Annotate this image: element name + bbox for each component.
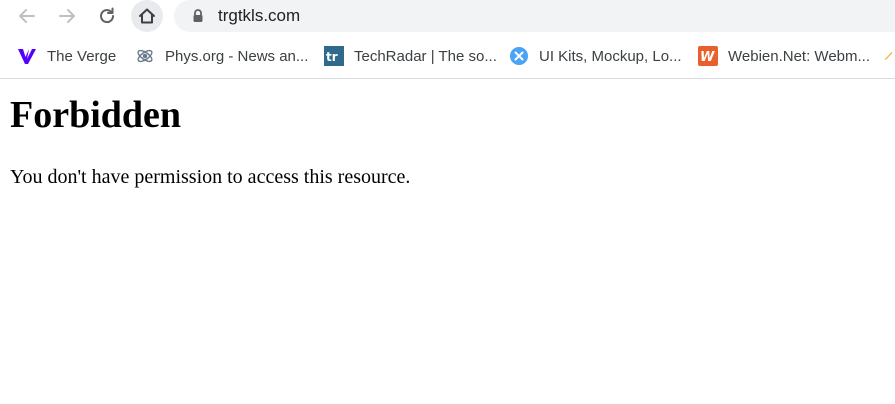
verge-icon (17, 46, 37, 66)
bookmark-phys-org[interactable]: Phys.org - News an... (135, 38, 308, 74)
reload-button[interactable] (90, 0, 124, 32)
arrow-right-icon (59, 9, 75, 23)
svg-text:W: W (700, 50, 715, 65)
bookmark-the-verge[interactable]: The Verge (17, 38, 116, 74)
forward-button[interactable] (50, 0, 84, 32)
arrow-left-icon (19, 9, 35, 23)
bookmark-ui-kits[interactable]: UI Kits, Mockup, Lo... (509, 38, 682, 74)
browser-toolbar: trgtkls.com (0, 0, 895, 34)
address-bar[interactable]: trgtkls.com (174, 0, 895, 32)
svg-text:tr: tr (326, 50, 338, 64)
reload-icon (100, 7, 115, 24)
lock-icon (193, 9, 203, 22)
error-message: You don't have permission to access this… (10, 166, 411, 188)
bookmark-overflow-icon (884, 46, 895, 66)
back-button[interactable] (10, 0, 44, 32)
page-content: Forbidden You don't have permission to a… (10, 79, 880, 189)
home-button[interactable] (131, 0, 163, 32)
bookmark-label: Webien.Net: Webm... (728, 47, 871, 65)
home-icon (139, 8, 155, 24)
techradar-icon: tr (324, 46, 344, 66)
bookmark-label: UI Kits, Mockup, Lo... (539, 47, 682, 65)
bookmarks-bar: The Verge Phys.org - News an... tr TechR… (0, 38, 895, 74)
bookmark-webien[interactable]: W Webien.Net: Webm... (698, 38, 870, 74)
url-text[interactable]: trgtkls.com (218, 4, 300, 28)
bookmark-techradar[interactable]: tr TechRadar | The so... (324, 38, 497, 74)
uikits-icon (509, 46, 529, 66)
webien-icon: W (698, 46, 718, 66)
bookmark-overflow[interactable] (884, 38, 895, 74)
bookmark-label: Phys.org - News an... (165, 47, 309, 65)
physorg-icon (135, 46, 155, 66)
bookmark-label: TechRadar | The so... (354, 47, 497, 65)
page-title: Forbidden (10, 94, 182, 136)
bookmark-label: The Verge (47, 47, 117, 65)
